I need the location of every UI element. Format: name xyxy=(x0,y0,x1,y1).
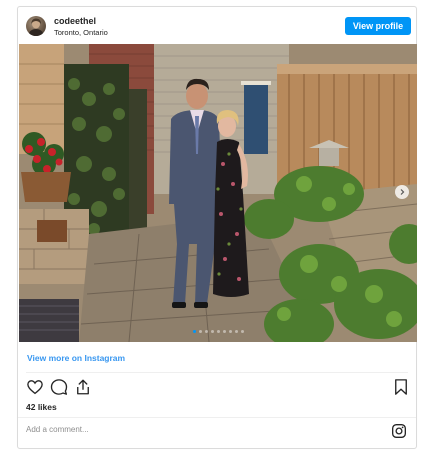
instagram-icon[interactable] xyxy=(391,423,407,439)
share-icon[interactable] xyxy=(74,378,92,396)
bookmark-icon[interactable] xyxy=(392,378,410,396)
likes-count[interactable]: 42 likes xyxy=(26,402,57,412)
divider xyxy=(18,417,416,418)
add-comment-field[interactable]: Add a comment... xyxy=(26,425,89,434)
comment-icon[interactable] xyxy=(50,378,68,396)
carousel-dot[interactable] xyxy=(228,330,232,333)
post-photo[interactable] xyxy=(19,44,417,342)
avatar[interactable] xyxy=(26,16,46,36)
divider xyxy=(26,372,408,373)
carousel-next-button[interactable] xyxy=(395,185,409,199)
carousel-dot[interactable] xyxy=(240,330,244,333)
heart-icon[interactable] xyxy=(26,378,44,396)
post-photo-image xyxy=(19,44,417,342)
instagram-embed-card: codeethel Toronto, Ontario View profile xyxy=(17,6,417,449)
chevron-right-icon xyxy=(400,189,405,195)
carousel-dot[interactable] xyxy=(234,330,238,333)
location[interactable]: Toronto, Ontario xyxy=(54,28,108,37)
action-bar xyxy=(26,378,410,396)
carousel-dot[interactable] xyxy=(222,330,226,333)
carousel-dot[interactable] xyxy=(204,330,208,333)
username[interactable]: codeethel xyxy=(54,16,96,26)
carousel-dot[interactable] xyxy=(198,330,202,333)
carousel-dot[interactable] xyxy=(192,330,196,333)
carousel-dot[interactable] xyxy=(216,330,220,333)
post-header: codeethel Toronto, Ontario View profile xyxy=(18,7,416,44)
carousel-dots xyxy=(19,330,417,333)
carousel-dot[interactable] xyxy=(210,330,214,333)
view-more-link[interactable]: View more on Instagram xyxy=(27,353,125,363)
view-profile-button[interactable]: View profile xyxy=(345,17,411,35)
